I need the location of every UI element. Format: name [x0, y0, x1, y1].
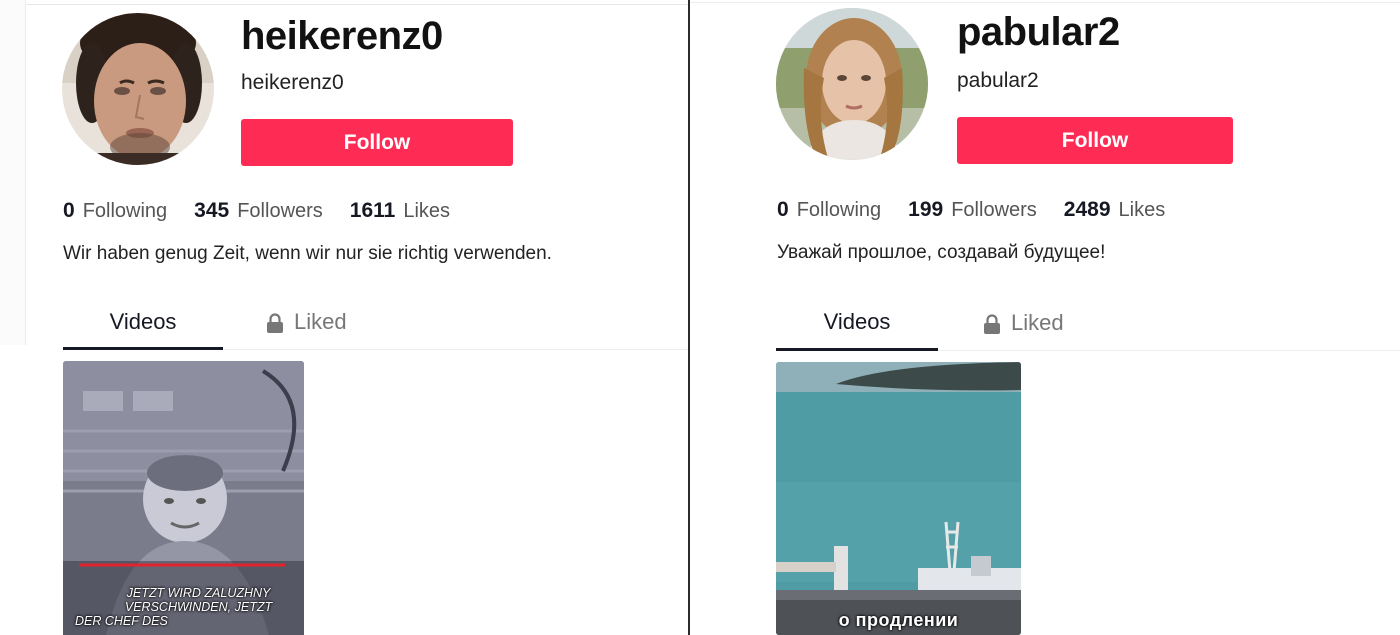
tabs-divider [223, 349, 688, 350]
followers-count: 199 [908, 198, 944, 221]
username: heikerenz0 [241, 14, 443, 58]
lock-icon [267, 313, 283, 333]
likes-count: 2489 [1063, 198, 1111, 221]
avatar[interactable] [776, 8, 928, 160]
video-caption-line: DER CHEF DES [75, 614, 168, 628]
tab-videos-label: Videos [823, 309, 891, 334]
follow-button[interactable]: Follow [241, 119, 513, 166]
stat-following[interactable]: 0 Following [777, 198, 881, 222]
likes-label: Likes [403, 200, 451, 222]
tab-videos[interactable]: Videos [63, 309, 223, 349]
video-caption: JETZT WIRD ZALUZHNY VERSCHWINDEN, JETZT … [63, 586, 304, 628]
tab-liked-label: Liked [294, 309, 347, 334]
following-count: 0 [777, 198, 789, 221]
avatar-image [62, 13, 214, 165]
handle: pabular2 [957, 69, 1039, 92]
following-count: 0 [63, 199, 75, 222]
lock-icon [984, 314, 1000, 334]
followers-label: Followers [237, 200, 323, 222]
follow-button[interactable]: Follow [957, 117, 1233, 164]
stat-following[interactable]: 0 Following [63, 199, 167, 223]
bio: Wir haben genug Zeit, wenn wir nur sie r… [63, 243, 552, 264]
video-caption: о продлении [838, 610, 959, 630]
username: pabular2 [957, 10, 1120, 54]
followers-count: 345 [194, 199, 230, 222]
video-thumbnail-image [776, 362, 1021, 635]
profile-panel-heikerenz0: heikerenz0 heikerenz0 Follow 0 Following… [0, 0, 688, 635]
tab-liked[interactable]: Liked [266, 309, 347, 349]
likes-count: 1611 [349, 199, 396, 222]
likes-label: Likes [1118, 199, 1166, 221]
stat-likes: 2489 Likes [1064, 198, 1165, 222]
bio: Уважай прошлое, создавай будущее! [777, 242, 1106, 263]
active-tab-indicator [776, 348, 938, 351]
stat-followers[interactable]: 199 Followers [908, 198, 1037, 222]
video-thumbnail[interactable]: о продлении [776, 362, 1021, 635]
active-tab-indicator [63, 347, 223, 350]
tab-videos-label: Videos [109, 309, 177, 334]
tab-liked[interactable]: Liked [983, 310, 1064, 350]
video-caption-line: VERSCHWINDEN, JETZT [124, 600, 273, 614]
video-thumbnail[interactable]: JETZT WIRD ZALUZHNY VERSCHWINDEN, JETZT … [63, 361, 304, 635]
video-caption-line: JETZT WIRD ZALUZHNY [126, 586, 271, 600]
handle: heikerenz0 [241, 71, 344, 94]
following-label: Following [82, 200, 168, 222]
avatar-image [776, 8, 928, 160]
following-label: Following [796, 199, 882, 221]
tabs-divider [938, 350, 1400, 351]
followers-label: Followers [951, 199, 1037, 221]
profile-stats: 0 Following 345 Followers 1611 Likes [63, 199, 477, 223]
profile-panel-pabular2: pabular2 pabular2 Follow 0 Following 199… [690, 0, 1400, 635]
profile-stats: 0 Following 199 Followers 2489 Likes [777, 198, 1192, 222]
stat-followers[interactable]: 345 Followers [194, 199, 323, 223]
tab-videos[interactable]: Videos [776, 309, 938, 349]
stat-likes: 1611 Likes [350, 199, 450, 223]
avatar[interactable] [62, 13, 214, 165]
tab-liked-label: Liked [1011, 310, 1064, 335]
